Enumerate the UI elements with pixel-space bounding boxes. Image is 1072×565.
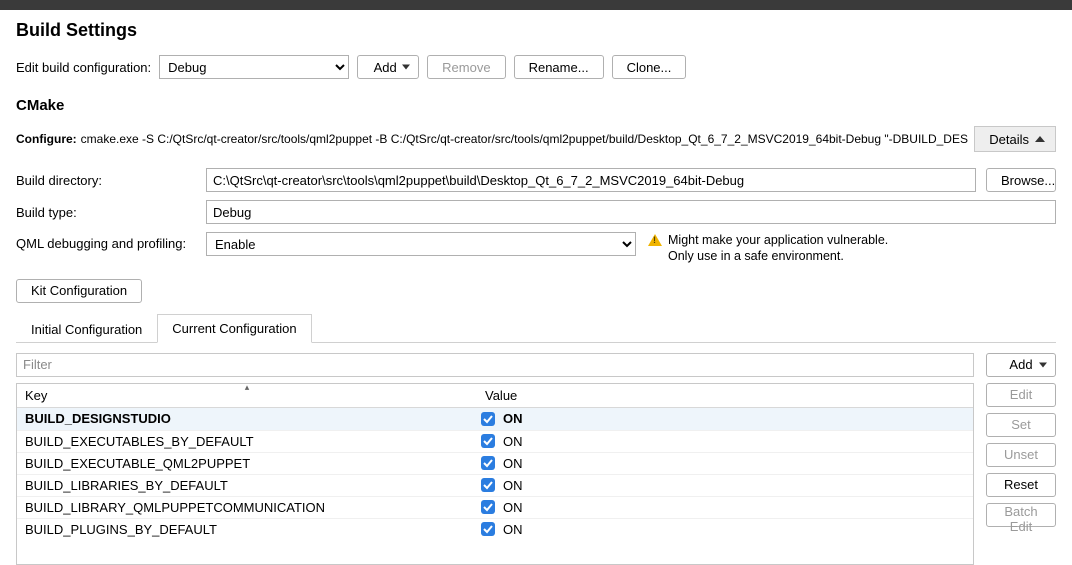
sort-ascending-icon: ▴ [245,382,250,393]
table-row[interactable]: BUILD_LIBRARIES_BY_DEFAULT ON [17,474,973,496]
details-toggle-button[interactable]: Details [974,126,1056,152]
variable-value: ON [503,478,523,493]
add-variable-button[interactable]: Add [986,353,1056,377]
variable-value-cell: ON [477,500,973,515]
build-type-row: Build type: [16,200,1056,224]
build-config-select[interactable]: Debug [159,55,349,79]
checkbox-checked-icon[interactable] [481,434,495,448]
table-row[interactable]: BUILD_PLUGINS_BY_DEFAULT ON [17,518,973,540]
table-row[interactable]: BUILD_EXECUTABLES_BY_DEFAULT ON [17,430,973,452]
page-content: Build Settings Edit build configuration:… [0,10,1072,565]
build-directory-row: Build directory: Browse... [16,168,1056,192]
variable-value: ON [503,456,523,471]
variable-key: BUILD_DESIGNSTUDIO [17,411,477,426]
reset-button[interactable]: Reset [986,473,1056,497]
add-config-button[interactable]: Add [357,55,419,79]
variable-value-cell: ON [477,434,973,449]
qml-debug-row: QML debugging and profiling: Enable Migh… [16,232,1056,265]
window-titlebar [0,0,1072,10]
configure-summary-row: Configure: cmake.exe -S C:/QtSrc/qt-creat… [16,124,1056,154]
variable-value-cell: ON [477,411,973,426]
page-title: Build Settings [16,20,1056,41]
qml-debug-select[interactable]: Enable [206,232,636,256]
build-type-input[interactable] [206,200,1056,224]
checkbox-checked-icon[interactable] [481,500,495,514]
variable-value: ON [503,522,523,537]
warning-line1: Might make your application vulnerable. [668,232,888,248]
unset-variable-button[interactable]: Unset [986,443,1056,467]
chevron-up-icon [1035,136,1045,142]
cmake-variables-table: ▴ Key Value BUILD_DESIGNSTUDIOONBUILD_EX… [16,383,974,565]
warning-icon [648,234,662,246]
configure-label: Configure: [16,132,77,146]
tab-initial-configuration[interactable]: Initial Configuration [16,315,157,343]
variable-value: ON [503,434,523,449]
variable-key: BUILD_LIBRARIES_BY_DEFAULT [17,478,477,493]
config-body: ▴ Key Value BUILD_DESIGNSTUDIOONBUILD_EX… [16,353,1056,565]
filter-input[interactable] [16,353,974,377]
build-type-label: Build type: [16,205,206,220]
checkbox-checked-icon[interactable] [481,456,495,470]
build-directory-label: Build directory: [16,173,206,188]
checkbox-checked-icon[interactable] [481,522,495,536]
value-column-header[interactable]: Value [477,384,973,407]
edit-build-config-label: Edit build configuration: [16,60,151,75]
cmake-heading: CMake [16,97,1056,114]
variable-value: ON [503,411,523,426]
qml-debug-warning: Might make your application vulnerable. … [648,232,888,265]
configure-command-text: Configure: cmake.exe -S C:/QtSrc/qt-creat… [16,132,968,146]
table-row[interactable]: BUILD_EXECUTABLE_QML2PUPPET ON [17,452,973,474]
browse-button[interactable]: Browse... [986,168,1056,192]
remove-config-button[interactable]: Remove [427,55,505,79]
clone-config-button[interactable]: Clone... [612,55,687,79]
edit-variable-button[interactable]: Edit [986,383,1056,407]
key-column-header[interactable]: ▴ Key [17,384,477,407]
variable-key: BUILD_EXECUTABLES_BY_DEFAULT [17,434,477,449]
kit-configuration-button[interactable]: Kit Configuration [16,279,142,303]
tab-current-configuration[interactable]: Current Configuration [157,314,311,343]
qml-debug-label: QML debugging and profiling: [16,232,206,251]
configure-command: cmake.exe -S C:/QtSrc/qt-creator/src/too… [81,132,969,146]
checkbox-checked-icon[interactable] [481,412,495,426]
table-header: ▴ Key Value [17,384,973,408]
build-config-row: Edit build configuration: Debug Add Remo… [16,55,1056,79]
table-body[interactable]: BUILD_DESIGNSTUDIOONBUILD_EXECUTABLES_BY… [17,408,973,564]
variable-key: BUILD_EXECUTABLE_QML2PUPPET [17,456,477,471]
warning-line2: Only use in a safe environment. [668,248,888,264]
variable-value-cell: ON [477,478,973,493]
table-row[interactable]: BUILD_LIBRARY_QMLPUPPETCOMMUNICATION ON [17,496,973,518]
checkbox-checked-icon[interactable] [481,478,495,492]
variable-key: BUILD_PLUGINS_BY_DEFAULT [17,522,477,537]
details-label: Details [989,132,1029,147]
variable-key: BUILD_LIBRARY_QMLPUPPETCOMMUNICATION [17,500,477,515]
variable-value-cell: ON [477,456,973,471]
config-tabs: Initial Configuration Current Configurat… [16,313,1056,343]
variable-value: ON [503,500,523,515]
rename-config-button[interactable]: Rename... [514,55,604,79]
table-row[interactable]: BUILD_DESIGNSTUDIO ON [17,408,973,430]
build-directory-input[interactable] [206,168,976,192]
set-variable-button[interactable]: Set [986,413,1056,437]
side-buttons: Add Edit Set Unset Reset Batch Edit [986,353,1056,565]
variable-value-cell: ON [477,522,973,537]
batch-edit-button[interactable]: Batch Edit [986,503,1056,527]
